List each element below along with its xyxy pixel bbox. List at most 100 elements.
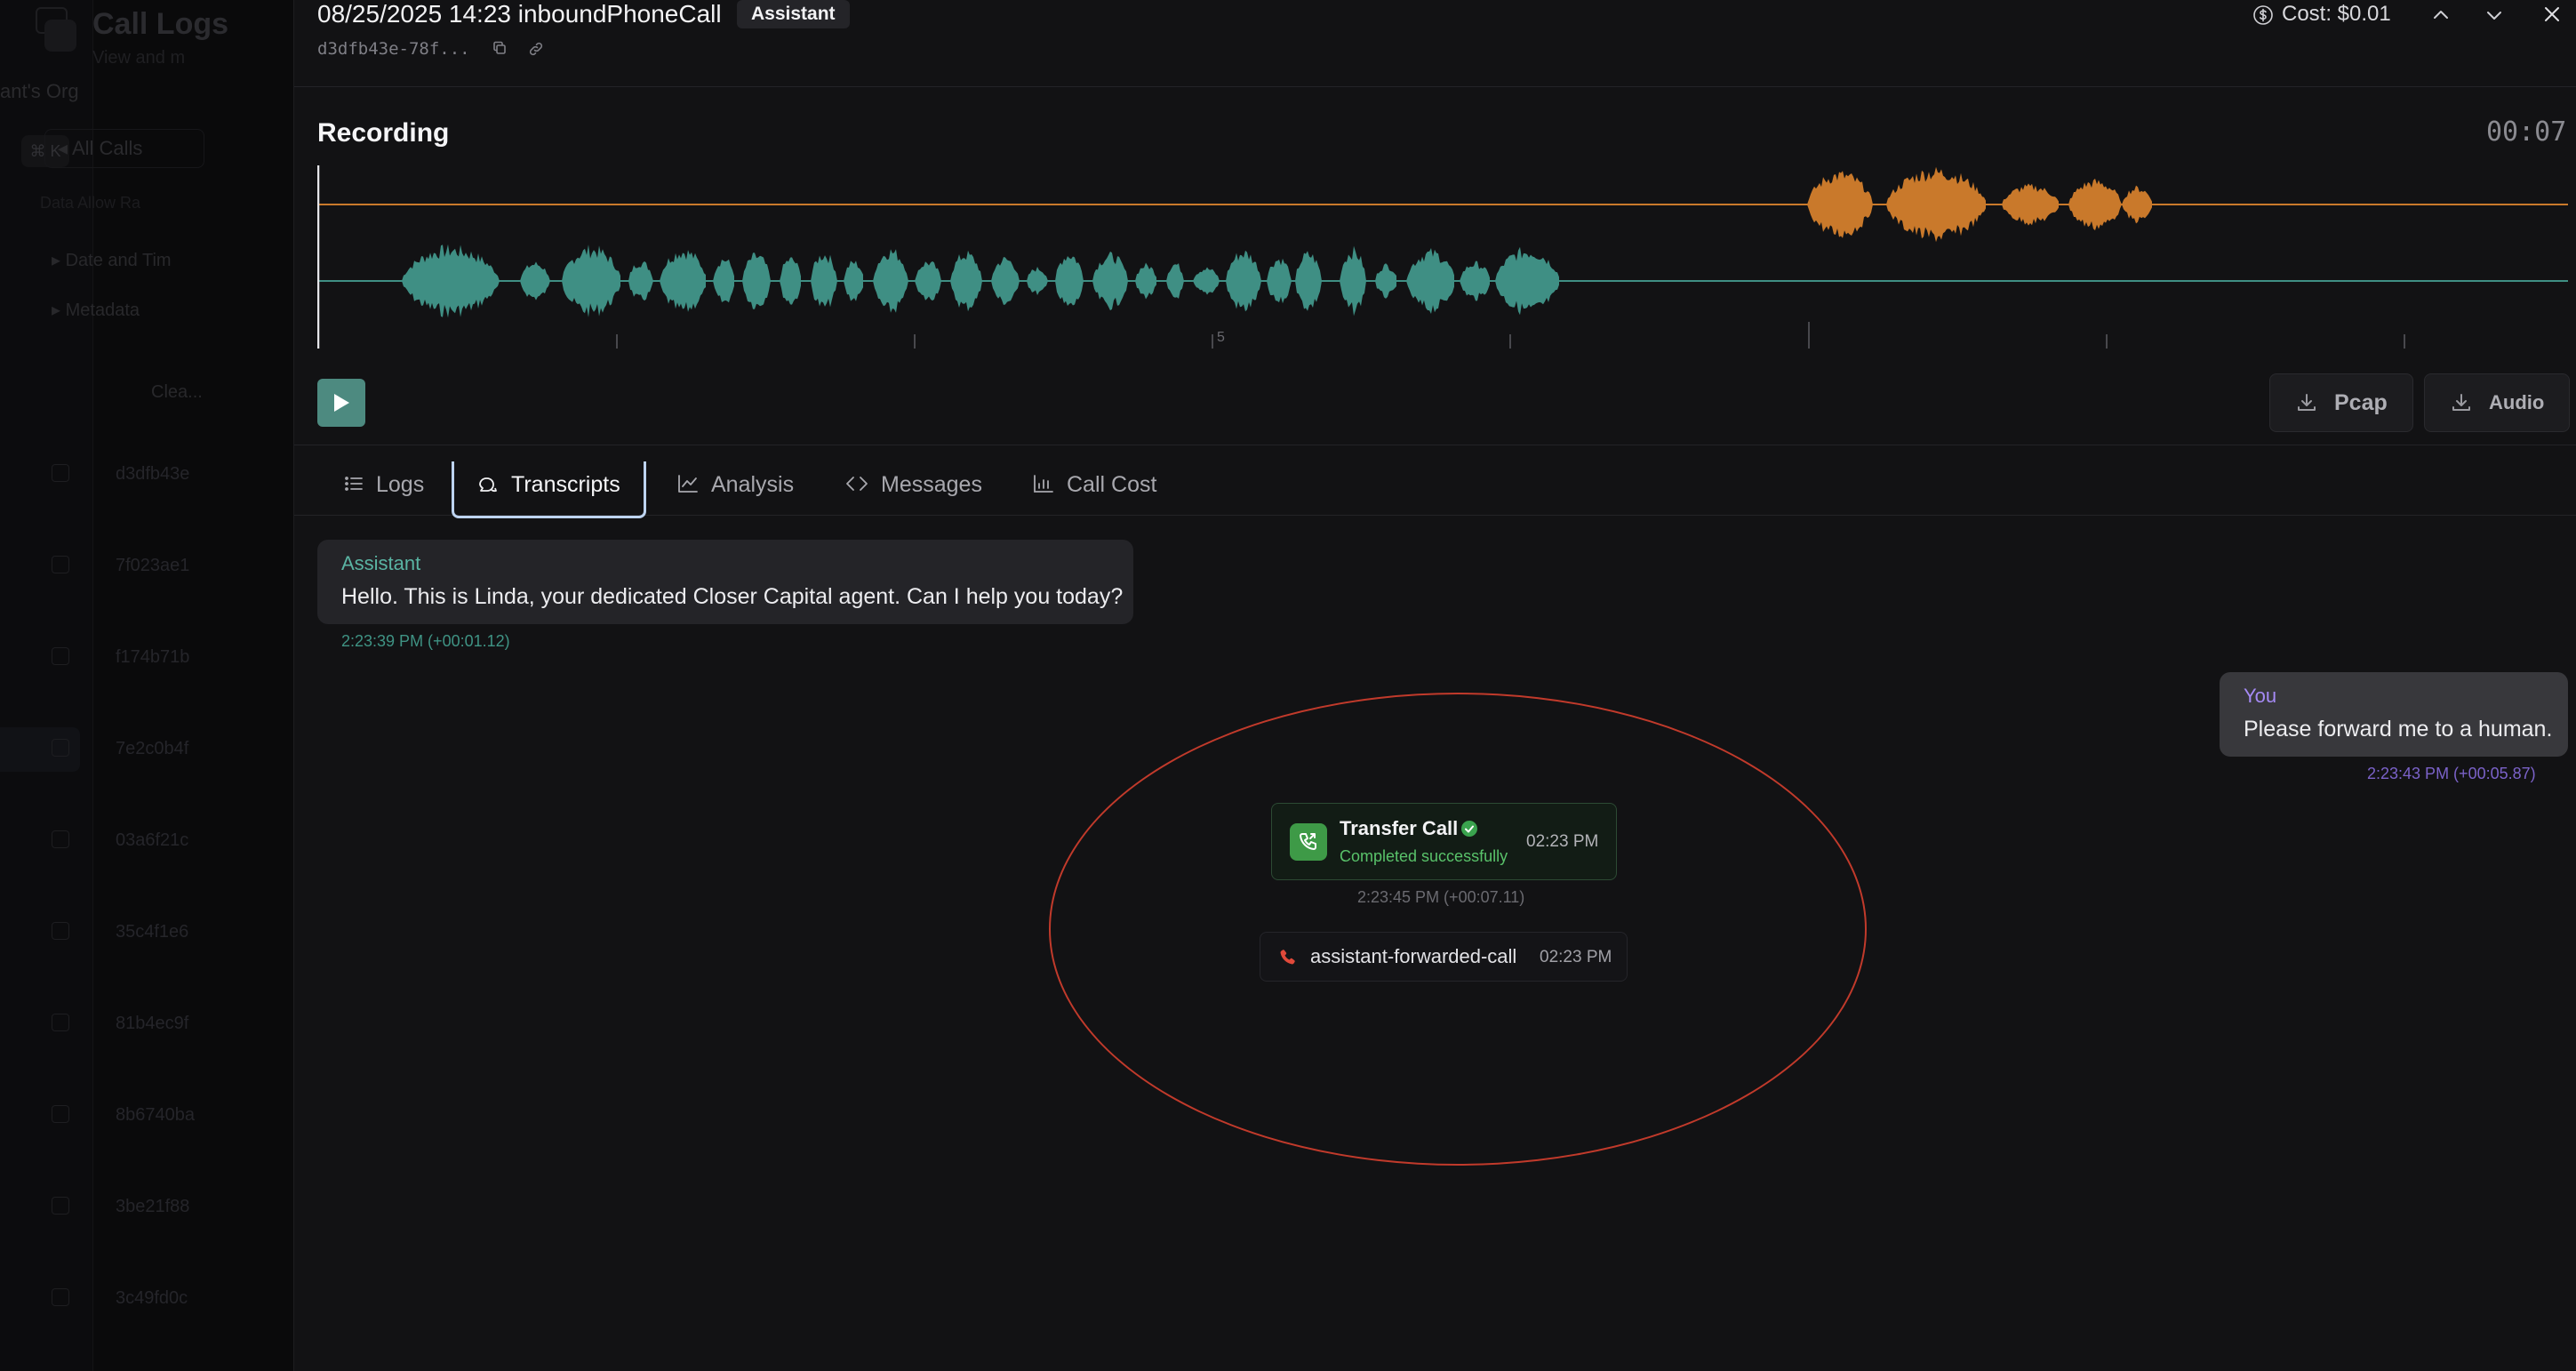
event-time: 02:23 PM: [1540, 948, 1612, 966]
tool-name: Transfer Call: [1340, 817, 1459, 839]
play-icon: [334, 394, 349, 412]
background-row: 35c4f1e6: [52, 922, 203, 942]
waveform-segment: [402, 244, 500, 318]
waveform-segment: [660, 250, 706, 312]
background-row: 8b6740ba: [52, 1105, 203, 1125]
line-chart-icon: [678, 475, 698, 493]
list-icon: [345, 477, 363, 491]
next-call-chevron-down-icon[interactable]: [2483, 4, 2506, 27]
background-row: 81b4ec9f: [52, 1014, 203, 1033]
user-message-timestamp: 2:23:43 PM (+00:05.87): [2367, 765, 2536, 782]
waveform-segment: [844, 261, 863, 301]
tool-status: Completed successfully: [1340, 847, 1508, 865]
transfer-call-tool-card[interactable]: Transfer Call Completed successfully 02:…: [1271, 803, 1617, 880]
waveform[interactable]: 5: [317, 165, 2568, 352]
timeline-ticks: [616, 322, 2405, 349]
tab-transcripts-label: Transcripts: [511, 472, 620, 497]
previous-call-chevron-up-icon[interactable]: [2429, 4, 2452, 27]
background-row: 03a6f21c: [52, 830, 203, 850]
annotation-ellipse: [1049, 693, 1867, 1166]
background-column-date: ▸ Date and Tim: [52, 251, 172, 270]
background-row: f174b71b: [52, 647, 203, 667]
download-icon: [2298, 394, 2316, 411]
tab-logs-label: Logs: [376, 472, 425, 497]
background-row: 3be21f88: [52, 1197, 203, 1216]
download-audio-button[interactable]: Audio: [2424, 373, 2570, 432]
background-app: ant's Org ⌘ K Call Logs View and m ◂ All…: [0, 0, 293, 1371]
assistant-message-timestamp: 2:23:39 PM (+00:01.12): [341, 632, 510, 650]
waveform-segment: [811, 254, 837, 308]
link-icon[interactable]: [527, 40, 545, 58]
call-header: 08/25/2025 14:23 inboundPhoneCall Assist…: [294, 0, 2576, 87]
dollar-circle-icon: [2253, 5, 2273, 25]
user-track-waveform: [1807, 166, 2152, 243]
timeline-tick-label: 5: [1217, 330, 1225, 345]
waveform-segment: [873, 249, 908, 313]
tool-time: 02:23 PM: [1526, 832, 1599, 851]
waveform-segment: [1495, 246, 1559, 316]
assistant-message: Assistant Hello. This is Linda, your ded…: [317, 540, 1133, 624]
call-logs-icon: [44, 20, 76, 52]
tab-transcripts[interactable]: Transcripts: [452, 461, 646, 518]
close-icon[interactable]: [2540, 2, 2564, 27]
org-name: ant's Org: [0, 80, 79, 102]
waveform-segment: [991, 257, 1020, 305]
event-name: assistant-forwarded-call: [1310, 945, 1517, 967]
background-clear-button: Clea...: [151, 382, 203, 402]
download-pcap-button[interactable]: Pcap: [2269, 373, 2413, 432]
call-title: 08/25/2025 14:23 inboundPhoneCall: [317, 0, 722, 28]
tab-analysis[interactable]: Analysis: [677, 461, 794, 517]
waveform-segment: [1807, 171, 1873, 238]
call-cost: Cost: $0.01: [2282, 2, 2391, 26]
tab-call-cost-label: Call Cost: [1067, 472, 1157, 497]
assistant-message-text: Hello. This is Linda, your dedicated Clo…: [341, 584, 1124, 609]
assistant-track-waveform: [402, 244, 1559, 318]
background-page-subtitle: View and m: [92, 48, 186, 68]
assistant-speaker-label: Assistant: [341, 552, 421, 574]
chat-icon: [479, 477, 497, 493]
waveform-segment: [1135, 262, 1156, 300]
waveform-segment: [1340, 245, 1366, 317]
forwarded-call-event: assistant-forwarded-call 02:23 PM: [1260, 932, 1628, 982]
waveform-segment: [1027, 267, 1048, 295]
recording-title: Recording: [317, 118, 450, 148]
tab-call-cost[interactable]: Call Cost: [1033, 461, 1156, 517]
tab-logs[interactable]: Logs: [344, 461, 424, 517]
waveform-segment: [1886, 166, 1986, 243]
phone-forward-icon: [1290, 823, 1327, 861]
waveform-segment: [915, 261, 941, 301]
tab-messages[interactable]: Messages: [845, 461, 982, 517]
user-message-text: Please forward me to a human.: [2244, 717, 2553, 742]
waveform-segment: [713, 259, 734, 303]
phone-ended-icon: [1280, 950, 1295, 965]
copy-icon[interactable]: [492, 40, 508, 56]
waveform-segment: [628, 261, 653, 301]
waveform-segment: [742, 253, 771, 309]
waveform-segment: [2068, 178, 2122, 231]
recording-duration: 00:07: [2486, 116, 2567, 148]
waveform-segment: [520, 261, 550, 301]
background-row: d3dfb43e: [52, 464, 203, 484]
download-pcap-label: Pcap: [2334, 389, 2388, 415]
waveform-segment: [1166, 263, 1184, 299]
user-speaker-label: You: [2244, 685, 2277, 707]
waveform-segment: [1375, 263, 1396, 299]
waveform-segment: [780, 257, 801, 305]
download-audio-label: Audio: [2489, 391, 2545, 413]
waveform-segment: [1193, 267, 1220, 295]
waveform-segment: [1460, 261, 1490, 301]
code-icon: [846, 477, 868, 491]
background-row: 7e2c0b4f: [52, 739, 203, 758]
background-row: 7f023ae1: [52, 556, 203, 575]
user-message: You Please forward me to a human.: [2220, 672, 2568, 757]
call-type-badge: Assistant: [737, 0, 850, 28]
check-circle-icon: [1461, 821, 1477, 837]
waveform-segment: [1055, 256, 1084, 306]
call-detail-panel: 08/25/2025 14:23 inboundPhoneCall Assist…: [293, 0, 2576, 1371]
background-row: 3c49fd0c: [52, 1288, 203, 1308]
tab-messages-label: Messages: [881, 472, 982, 497]
background-filter-note: Data Allow Ra: [40, 194, 141, 212]
waveform-segment: [1092, 251, 1128, 311]
play-button[interactable]: [317, 379, 365, 427]
waveform-segment: [950, 250, 982, 312]
